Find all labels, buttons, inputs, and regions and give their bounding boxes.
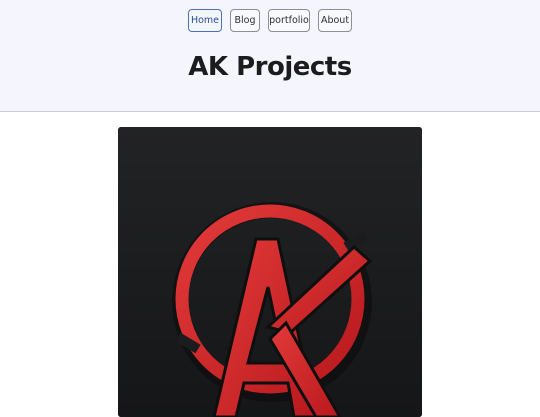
site-header: Home Blog portfolio About AK Projects bbox=[0, 0, 540, 112]
hero-logo-image bbox=[118, 127, 422, 417]
ak-logo-graphic bbox=[118, 127, 422, 417]
nav-home-button[interactable]: Home bbox=[188, 9, 222, 32]
nav-about-button[interactable]: About bbox=[318, 9, 352, 32]
main-nav: Home Blog portfolio About bbox=[0, 9, 540, 32]
page-title: AK Projects bbox=[188, 52, 352, 82]
nav-blog-button[interactable]: Blog bbox=[230, 9, 260, 32]
nav-portfolio-button[interactable]: portfolio bbox=[268, 9, 310, 32]
